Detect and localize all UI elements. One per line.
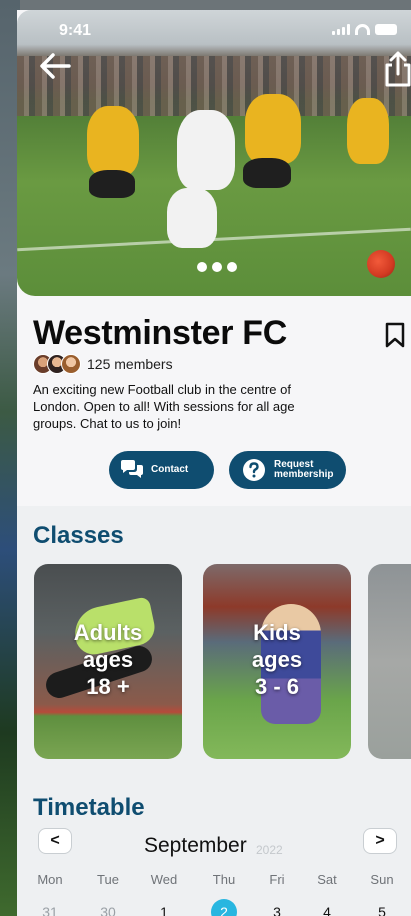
- class-card-partial[interactable]: [368, 564, 411, 759]
- player-yellow: [87, 106, 139, 176]
- carousel-dot[interactable]: [227, 262, 237, 272]
- player-yellow-2: [245, 94, 301, 164]
- weekday-label: Sat: [317, 872, 337, 887]
- class-card-kids[interactable]: Kids ages 3 - 6: [203, 564, 351, 759]
- class-age-range: 18 +: [86, 674, 130, 699]
- weekday-label: Tue: [97, 872, 119, 887]
- calendar-day[interactable]: 4: [307, 904, 347, 916]
- wifi-icon: [355, 24, 370, 35]
- calendar-day[interactable]: 5: [362, 904, 402, 916]
- class-ages-word: ages: [251, 647, 303, 672]
- weekday-label: Fri: [269, 872, 285, 887]
- request-label: Request membership: [274, 460, 333, 480]
- status-icons: [332, 24, 397, 35]
- status-time: 9:41: [59, 22, 92, 39]
- timetable-heading: Timetable: [33, 794, 145, 821]
- weekday-label: Mon: [37, 872, 63, 887]
- hero-image[interactable]: 9:41: [17, 10, 411, 296]
- class-card-label: Kids ages 3 - 6: [203, 619, 351, 700]
- calendar-day[interactable]: 31: [30, 904, 70, 916]
- weekday-label: Wed: [150, 872, 178, 887]
- player-shorts: [89, 170, 135, 198]
- question-circle-icon: [243, 459, 265, 481]
- calendar-day[interactable]: 3: [257, 904, 297, 916]
- request-label-line2: membership: [274, 469, 334, 480]
- contact-button[interactable]: Contact: [109, 451, 214, 489]
- calendar-day[interactable]: 1: [144, 904, 184, 916]
- class-title: Kids: [253, 620, 301, 645]
- share-icon[interactable]: [383, 50, 411, 88]
- class-age-range: 3 - 6: [254, 674, 300, 699]
- player-yellow-3: [347, 98, 389, 164]
- player-white: [177, 110, 235, 190]
- month-label: September: [144, 834, 247, 857]
- background-top: [0, 0, 411, 10]
- carousel-dot[interactable]: [197, 262, 207, 272]
- carousel-dots[interactable]: [197, 262, 237, 272]
- arrow-left-icon[interactable]: [37, 50, 73, 82]
- calendar-day[interactable]: 30: [88, 904, 128, 916]
- weekday-label: Sun: [370, 872, 394, 887]
- prev-month-button[interactable]: <: [38, 828, 72, 854]
- class-card-label: Adults ages 18 +: [34, 619, 182, 700]
- class-card-adults[interactable]: Adults ages 18 +: [34, 564, 182, 759]
- battery-icon: [375, 24, 397, 35]
- member-summary: 125 members: [33, 354, 173, 374]
- football: [367, 250, 395, 278]
- bookmark-icon[interactable]: [384, 322, 406, 348]
- page-title: Westminster FC: [33, 314, 288, 352]
- phone-screen: 9:41 Westminster FC 125 members An excit…: [17, 10, 411, 916]
- request-membership-button[interactable]: Request membership: [229, 451, 346, 489]
- class-title: Adults: [73, 620, 143, 645]
- calendar-day-selected[interactable]: 2: [204, 899, 244, 916]
- signal-icon: [332, 24, 350, 35]
- carousel-dot[interactable]: [212, 262, 222, 272]
- year-label: 2022: [256, 843, 283, 857]
- chat-bubbles-icon: [121, 460, 143, 478]
- player-shorts-2: [243, 158, 291, 188]
- weekday-label: Thu: [212, 872, 236, 887]
- classes-heading: Classes: [33, 522, 124, 549]
- class-ages-word: ages: [82, 647, 134, 672]
- next-month-button[interactable]: >: [363, 828, 397, 854]
- player-white-legs: [167, 188, 217, 248]
- contact-label: Contact: [151, 464, 189, 475]
- member-count: 125 members: [87, 356, 173, 372]
- avatar: [61, 354, 81, 374]
- club-description: An exciting new Football club in the cen…: [33, 382, 295, 431]
